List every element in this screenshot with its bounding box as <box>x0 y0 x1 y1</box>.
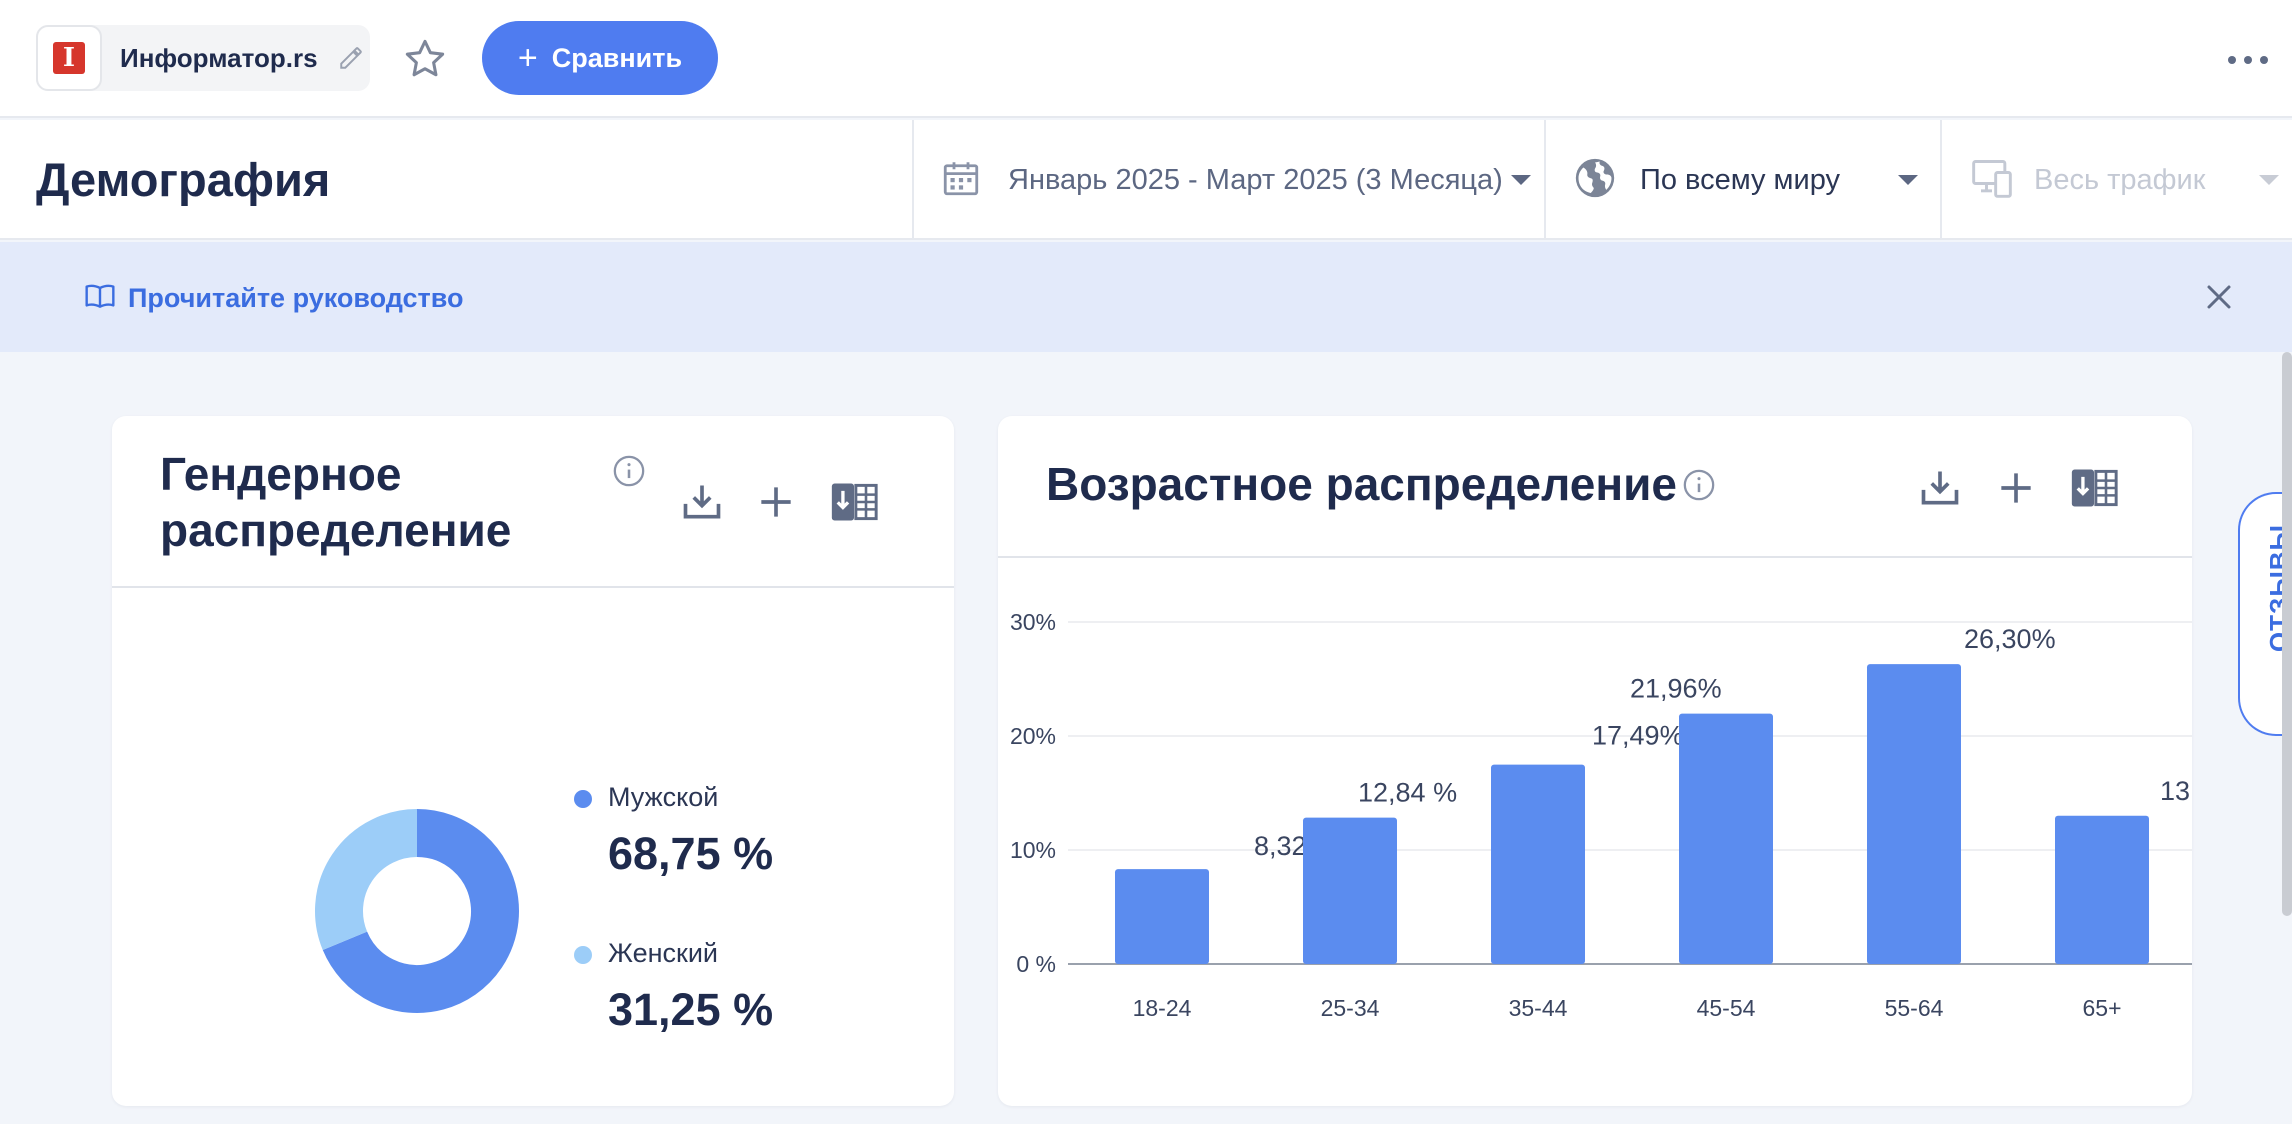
legend-value-female: 31,25 % <box>608 984 774 1035</box>
more-options-icon[interactable] <box>2228 52 2268 68</box>
x-tick-label: 45-54 <box>1697 995 1756 1021</box>
legend-dot-male <box>574 790 592 808</box>
x-tick-label: 25-34 <box>1321 995 1380 1021</box>
page-title: Демография <box>36 153 331 206</box>
age-bar-chart: 0 %10%20%30%18-248,32 %25-3412,84 %35-44… <box>1010 609 2192 1021</box>
data-label: 26,30% <box>1964 624 2056 654</box>
bar-35-44[interactable] <box>1491 764 1585 964</box>
x-tick-label: 55-64 <box>1885 995 1944 1021</box>
add-to-dashboard-icon[interactable] <box>1994 466 2038 510</box>
bar-18-24[interactable] <box>1115 869 1209 964</box>
favicon-box: I <box>36 25 102 91</box>
gender-title-line1: Гендерное <box>160 448 402 500</box>
globe-icon <box>1572 155 1618 206</box>
region-label: По всему миру <box>1640 163 1840 196</box>
chevron-down-icon <box>1898 175 1918 185</box>
age-distribution-card: Возрастное распределение 0 % 10% 20% 30% 18-… <box>998 416 2192 1106</box>
calendar-icon <box>940 157 982 204</box>
gender-card-title: Гендерное распределение <box>160 446 511 558</box>
read-guide-label: Прочитайте руководство <box>128 283 464 313</box>
y-tick-label: 10% <box>1010 837 1056 863</box>
chevron-down-icon <box>1510 175 1531 185</box>
compare-button[interactable]: + Сравнить <box>482 21 718 95</box>
gender-distribution-card: Гендерное распределение Мужской 68,75 % … <box>112 416 954 1106</box>
data-label: 12,84 % <box>1358 778 1457 808</box>
card-divider <box>998 556 2192 558</box>
card-divider <box>112 586 954 588</box>
bar-65+[interactable] <box>2055 815 2149 964</box>
data-label: 21,96% <box>1630 674 1722 704</box>
bar-55-64[interactable] <box>1867 664 1961 964</box>
site-chip[interactable]: I Информатор.rs <box>36 25 370 91</box>
x-tick-label: 65+ <box>2082 995 2121 1021</box>
region-filter[interactable]: По всему миру <box>1544 120 1940 240</box>
site-favicon: I <box>53 42 85 74</box>
legend-label-female: Женский <box>608 938 719 968</box>
legend-dot-female <box>574 946 592 964</box>
book-icon <box>84 280 116 317</box>
chevron-down-icon <box>2259 175 2280 185</box>
plus-icon: + <box>517 39 538 77</box>
export-excel-icon[interactable] <box>830 478 878 526</box>
gender-title-line2: распределение <box>160 504 512 556</box>
bar-45-54[interactable] <box>1679 713 1773 964</box>
site-name: Информатор.rs <box>120 42 318 73</box>
pencil-icon[interactable] <box>336 43 366 73</box>
traffic-filter[interactable]: Весь трафик <box>1940 120 2292 240</box>
legend-label-male: Мужской <box>608 782 719 812</box>
bar-25-34[interactable] <box>1303 817 1397 964</box>
star-icon[interactable] <box>400 34 450 84</box>
traffic-label: Весь трафик <box>2034 163 2206 196</box>
compare-button-label: Сравнить <box>551 42 683 73</box>
y-tick-label: 0 % <box>1016 951 1056 977</box>
scrollbar[interactable] <box>2282 352 2292 916</box>
header-row: Демография Январь 2025 - Март 2025 (3 Ме… <box>0 120 2292 240</box>
export-excel-icon[interactable] <box>2070 464 2118 512</box>
y-tick-label: 30% <box>1010 609 1056 635</box>
data-label: 17,49% <box>1592 721 1684 751</box>
close-icon[interactable] <box>2204 282 2234 312</box>
add-to-dashboard-icon[interactable] <box>754 480 798 524</box>
gender-donut-chart <box>315 809 519 1013</box>
x-tick-label: 35-44 <box>1509 995 1568 1021</box>
download-icon[interactable] <box>1918 466 1962 510</box>
y-tick-label: 20% <box>1010 723 1056 749</box>
top-bar: I Информатор.rs + Сравнить <box>0 0 2292 118</box>
x-tick-label: 18-24 <box>1133 995 1192 1021</box>
donut-slice-female[interactable] <box>315 809 418 951</box>
info-icon[interactable] <box>1682 468 1716 502</box>
data-label: 13, <box>2160 776 2192 806</box>
guide-banner: Прочитайте руководство <box>0 242 2292 352</box>
read-guide-link[interactable]: Прочитайте руководство <box>84 280 464 317</box>
date-range-label: Январь 2025 - Март 2025 (3 Месяца) <box>1008 163 1503 196</box>
download-icon[interactable] <box>680 480 724 524</box>
legend-value-male: 68,75 % <box>608 828 774 879</box>
devices-icon <box>1970 156 2014 205</box>
info-icon[interactable] <box>612 454 646 488</box>
age-card-title: Возрастное распределение <box>1046 458 1677 510</box>
date-range-filter[interactable]: Январь 2025 - Март 2025 (3 Месяца) <box>912 120 1544 240</box>
